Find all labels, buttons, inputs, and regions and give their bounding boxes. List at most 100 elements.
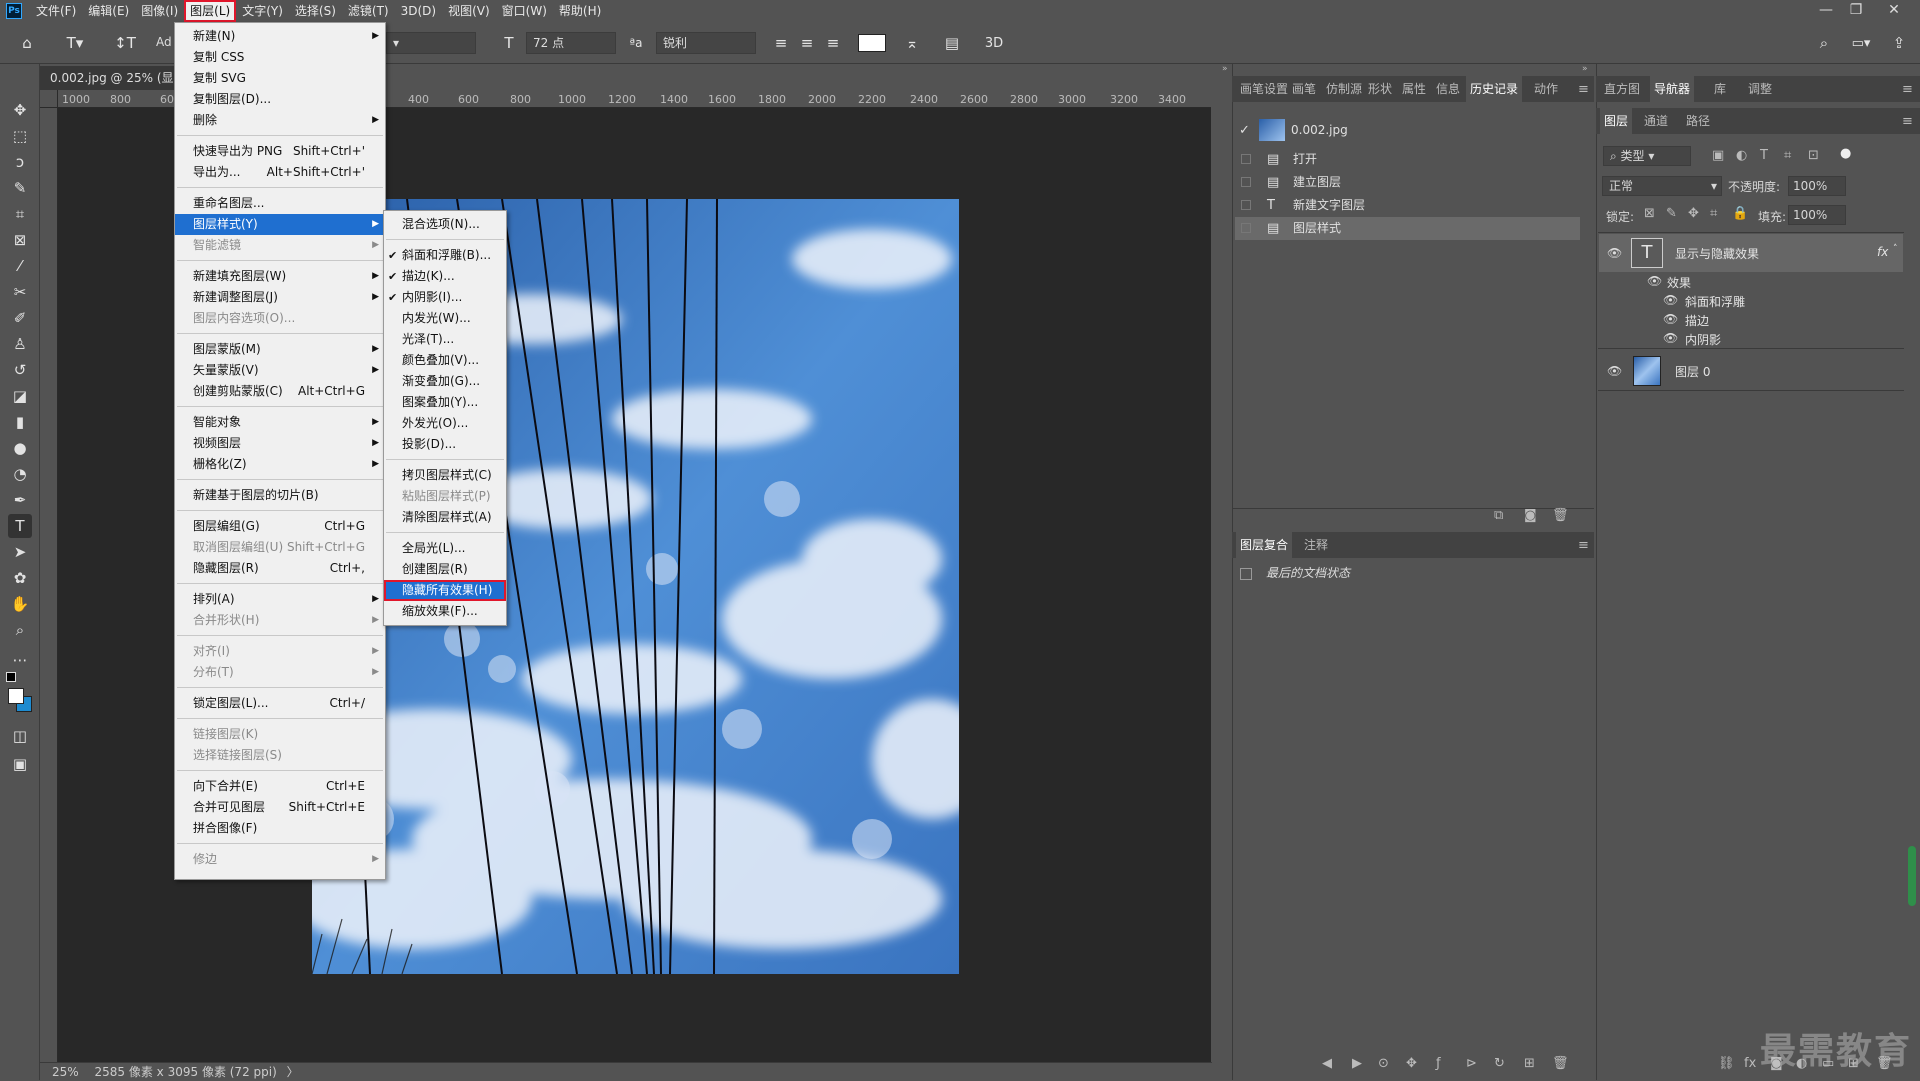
- menu-item[interactable]: 视频图层▶: [175, 433, 385, 454]
- panel-tab[interactable]: 图层复合: [1236, 532, 1292, 558]
- comp-style-icon[interactable]: ⊳: [1466, 1056, 1477, 1071]
- menu-8[interactable]: 视图(V): [442, 0, 496, 22]
- filter-smart-icon[interactable]: ⊡: [1808, 148, 1819, 163]
- panel-tab[interactable]: 信息: [1432, 76, 1464, 102]
- layer-filter-select[interactable]: ⌕ 类型 ▾: [1603, 146, 1691, 166]
- menu-item[interactable]: 内发光(W)...: [384, 308, 506, 329]
- menu-item[interactable]: 图层样式(Y)▶: [175, 214, 385, 235]
- panel-tab[interactable]: 图层: [1600, 108, 1632, 134]
- lock-artboard-icon[interactable]: ⌗: [1710, 206, 1717, 221]
- menu-7[interactable]: 3D(D): [395, 0, 442, 22]
- panel-tab[interactable]: 通道: [1640, 108, 1672, 134]
- history-state[interactable]: ▤建立图层: [1235, 171, 1580, 194]
- text-layer-name[interactable]: 显示与隐藏效果: [1675, 245, 1759, 262]
- quick-select-tool-icon[interactable]: ✎: [8, 176, 32, 200]
- menu-6[interactable]: 滤镜(T): [342, 0, 395, 22]
- menu-item[interactable]: 描边(K)...✔: [384, 266, 506, 287]
- dodge-tool-icon[interactable]: ◔: [8, 462, 32, 486]
- layer-comp-item[interactable]: 最后的文档状态: [1236, 562, 1576, 584]
- menu-item[interactable]: 内阴影(I)...✔: [384, 287, 506, 308]
- link-layers-icon[interactable]: ⛓: [1718, 1056, 1735, 1071]
- snapshot-camera-icon[interactable]: ◙: [1524, 508, 1537, 523]
- character-panel-icon[interactable]: ▤: [940, 30, 964, 56]
- effect-eye-icon[interactable]: 👁: [1663, 293, 1678, 307]
- panel-tab[interactable]: 注释: [1300, 532, 1332, 558]
- blur-tool-icon[interactable]: ●: [8, 436, 32, 460]
- menu-item[interactable]: 合并可见图层Shift+Ctrl+E: [175, 797, 385, 818]
- text-color-swatch[interactable]: [858, 34, 886, 52]
- layer-row-image[interactable]: 👁 图层 0: [1599, 352, 1903, 390]
- hand-tool-icon[interactable]: ✋: [8, 592, 32, 616]
- menu-3[interactable]: 图层(L): [184, 0, 236, 22]
- delete-comp-icon[interactable]: 🗑: [1552, 1056, 1569, 1071]
- image-layer-name[interactable]: 图层 0: [1675, 363, 1710, 380]
- blend-mode-select[interactable]: 正常▾: [1602, 176, 1722, 196]
- panel-tab[interactable]: 导航器: [1650, 76, 1694, 102]
- menu-item[interactable]: 斜面和浮雕(B)...✔: [384, 245, 506, 266]
- menu-item[interactable]: 隐藏图层(R)Ctrl+,: [175, 558, 385, 579]
- filter-shape-icon[interactable]: ⌗: [1784, 148, 1791, 163]
- menu-item[interactable]: 图案叠加(Y)...: [384, 392, 506, 413]
- fill-field[interactable]: 100%: [1788, 205, 1846, 225]
- align-left-icon[interactable]: ≡: [770, 30, 792, 56]
- collapse-panels-icon[interactable]: »: [1582, 64, 1594, 76]
- panel-tab[interactable]: 属性: [1398, 76, 1430, 102]
- move-tool-icon[interactable]: ✥: [8, 98, 32, 122]
- toggle-orientation-icon[interactable]: ↕T: [112, 30, 138, 56]
- brush-tool-icon[interactable]: ✐: [8, 306, 32, 330]
- menu-item[interactable]: 全局光(L)...: [384, 538, 506, 559]
- lock-transparent-icon[interactable]: ⊠: [1644, 206, 1655, 221]
- history-state[interactable]: T新建文字图层: [1235, 194, 1580, 217]
- filter-type-icon[interactable]: T: [1760, 148, 1768, 163]
- panel-tab[interactable]: 仿制源: [1322, 76, 1366, 102]
- type-tool-preset-icon[interactable]: T▾: [60, 30, 90, 56]
- visibility-eye-icon[interactable]: 👁: [1607, 364, 1622, 378]
- panel-tab[interactable]: 画笔设置: [1236, 76, 1292, 102]
- type-tool-icon[interactable]: T: [8, 514, 32, 538]
- effect-row[interactable]: 👁描边: [1599, 310, 1903, 329]
- 3d-button[interactable]: 3D: [980, 30, 1008, 56]
- menu-10[interactable]: 帮助(H): [553, 0, 607, 22]
- font-style-field[interactable]: ▾: [386, 32, 476, 54]
- new-comp-icon[interactable]: ⊞: [1524, 1056, 1535, 1071]
- menu-5[interactable]: 选择(S): [289, 0, 342, 22]
- history-state[interactable]: ▤打开: [1235, 148, 1580, 171]
- screen-mode-icon[interactable]: ▣: [8, 752, 32, 776]
- menu-item[interactable]: 向下合并(E)Ctrl+E: [175, 776, 385, 797]
- crop-tool-icon[interactable]: ⌗: [8, 202, 32, 226]
- foreground-color-swatch[interactable]: [8, 688, 24, 704]
- scroll-thumb[interactable]: [1908, 846, 1916, 906]
- menu-item[interactable]: 新建调整图层(J)▶: [175, 287, 385, 308]
- effect-row[interactable]: 👁斜面和浮雕: [1599, 291, 1903, 310]
- history-brush-checkbox[interactable]: [1241, 154, 1251, 164]
- warp-text-icon[interactable]: ⌅: [900, 30, 924, 56]
- panel-tab[interactable]: 动作: [1530, 76, 1562, 102]
- panel-tab[interactable]: 历史记录: [1466, 76, 1522, 102]
- menu-item[interactable]: 投影(D)...: [384, 434, 506, 455]
- menu-item[interactable]: 导出为...Alt+Shift+Ctrl+': [175, 162, 385, 183]
- menu-item[interactable]: 创建图层(R): [384, 559, 506, 580]
- document-tab[interactable]: 0.002.jpg @ 25% (显示: [40, 66, 180, 90]
- navigator-menu-icon[interactable]: ≡: [1902, 82, 1913, 97]
- share-icon[interactable]: ⇪: [1886, 30, 1912, 56]
- menu-item[interactable]: 复制 SVG: [175, 68, 385, 89]
- effect-eye-icon[interactable]: 👁: [1663, 312, 1678, 326]
- comp-fx-icon[interactable]: ƒ: [1436, 1056, 1441, 1071]
- panel-menu-icon[interactable]: ≡: [1578, 82, 1589, 97]
- menu-item[interactable]: 栅格化(Z)▶: [175, 454, 385, 475]
- healing-tool-icon[interactable]: ✂: [8, 280, 32, 304]
- lasso-tool-icon[interactable]: ↄ: [8, 150, 32, 174]
- menu-item[interactable]: 矢量蒙版(V)▶: [175, 360, 385, 381]
- filter-adjust-icon[interactable]: ◐: [1736, 148, 1747, 163]
- panel-tab[interactable]: 库: [1710, 76, 1730, 102]
- path-select-tool-icon[interactable]: ➤: [8, 540, 32, 564]
- layer-row-text[interactable]: 👁 T 显示与隐藏效果 fx ˄: [1599, 234, 1903, 272]
- font-size-field[interactable]: 72 点: [526, 32, 616, 54]
- next-comp-icon[interactable]: ▶: [1352, 1056, 1362, 1071]
- workspace-icon[interactable]: ▭▾: [1846, 30, 1876, 56]
- opacity-field[interactable]: 100%: [1788, 176, 1846, 196]
- layers-menu-icon[interactable]: ≡: [1902, 114, 1913, 129]
- eraser-tool-icon[interactable]: ◪: [8, 384, 32, 408]
- align-right-icon[interactable]: ≡: [822, 30, 844, 56]
- menu-4[interactable]: 文字(Y): [236, 0, 289, 22]
